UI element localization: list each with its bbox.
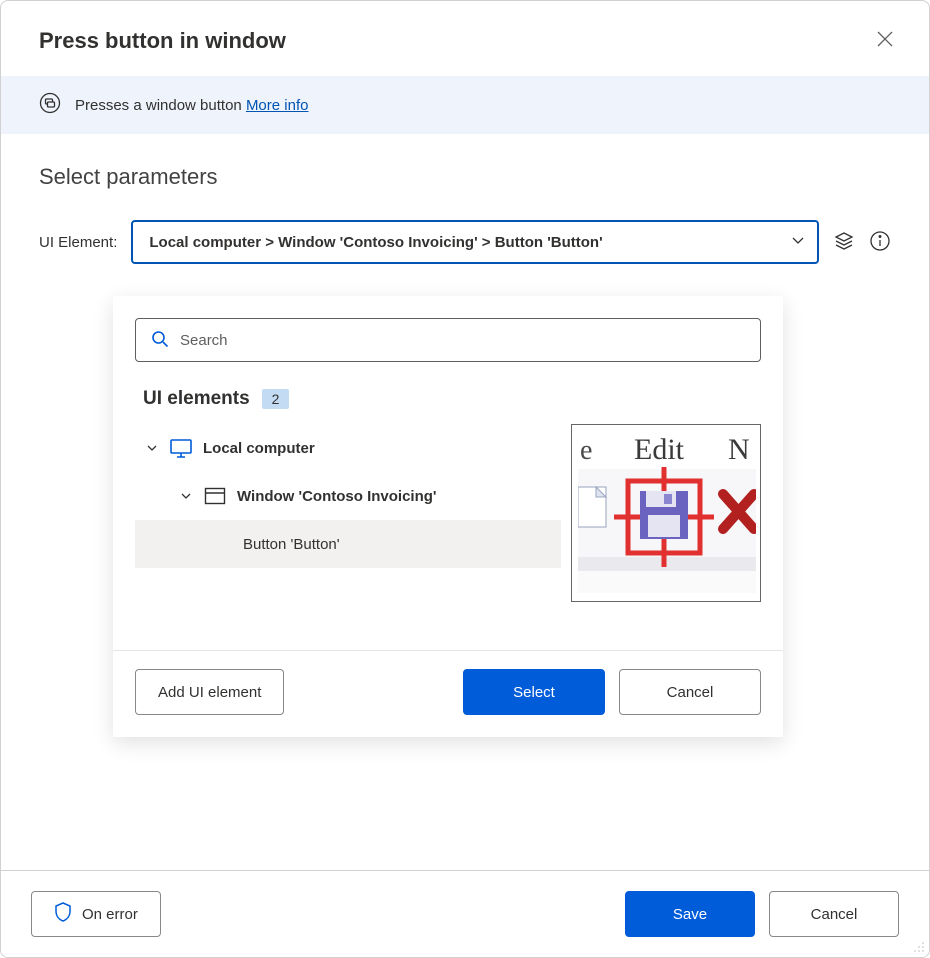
save-button[interactable]: Save (625, 891, 755, 937)
info-icon[interactable] (869, 230, 891, 255)
dialog-header: Press button in window (1, 1, 929, 76)
tree-node-label: Button 'Button' (243, 536, 340, 553)
ui-element-label: UI Element: (39, 234, 117, 251)
elements-title-row: UI elements 2 (143, 388, 757, 410)
layers-icon[interactable] (833, 230, 855, 255)
preview-graphic: e Edit N (578, 431, 754, 595)
preview-menu-text-left: e (580, 435, 592, 466)
action-icon (39, 92, 61, 118)
tree-node-label: Window 'Contoso Invoicing' (237, 488, 436, 505)
preview-menu-text-center: Edit (634, 433, 685, 466)
dialog-title: Press button in window (39, 28, 286, 54)
ui-element-dropdown[interactable]: Local computer > Window 'Contoso Invoici… (131, 220, 819, 264)
ui-elements-heading: UI elements (143, 388, 250, 410)
shield-icon (54, 902, 72, 926)
more-info-link[interactable]: More info (246, 97, 309, 114)
popup-cancel-button[interactable]: Cancel (619, 669, 761, 715)
on-error-label: On error (82, 906, 138, 923)
ui-elements-count-badge: 2 (262, 389, 290, 409)
close-button[interactable] (871, 25, 899, 56)
on-error-button[interactable]: On error (31, 891, 161, 937)
add-ui-element-button[interactable]: Add UI element (135, 669, 284, 715)
cancel-button[interactable]: Cancel (769, 891, 899, 937)
preview-menu-text-right: N (728, 433, 750, 466)
popup-divider (113, 650, 783, 651)
tree-node-window[interactable]: Window 'Contoso Invoicing' (135, 472, 561, 520)
ui-element-selected-text: Local computer > Window 'Contoso Invoici… (149, 234, 602, 251)
popup-footer: Add UI element Select Cancel (135, 669, 761, 715)
param-side-icons (833, 230, 891, 255)
search-input[interactable] (180, 332, 746, 349)
resize-grip-icon[interactable] (911, 939, 925, 953)
tree-and-preview: Local computer Window 'Contoso Invoicing… (135, 424, 761, 614)
tree-node-button-selected[interactable]: Button 'Button' (135, 520, 561, 568)
select-button[interactable]: Select (463, 669, 605, 715)
tree-node-local-computer[interactable]: Local computer (135, 424, 561, 472)
element-preview-thumbnail: e Edit N (571, 424, 761, 602)
dialog-press-button-in-window: Press button in window Presses a window … (0, 0, 930, 958)
search-icon (150, 329, 170, 352)
search-box[interactable] (135, 318, 761, 362)
dialog-footer: On error Save Cancel (1, 870, 929, 957)
info-text: Presses a window button More info (75, 97, 308, 114)
info-description: Presses a window button (75, 97, 246, 114)
chevron-down-icon (791, 233, 805, 251)
desktop-icon (167, 437, 195, 459)
chevron-down-icon (141, 442, 163, 454)
close-icon (877, 35, 893, 50)
info-bar: Presses a window button More info (1, 76, 929, 134)
tree-node-label: Local computer (203, 440, 315, 457)
chevron-down-icon (175, 490, 197, 502)
ui-element-param-row: UI Element: Local computer > Window 'Con… (39, 220, 891, 264)
section-title: Select parameters (39, 164, 891, 190)
window-icon (201, 487, 229, 505)
ui-element-tree: Local computer Window 'Contoso Invoicing… (135, 424, 561, 614)
ui-element-picker-popup: UI elements 2 Local computer (113, 296, 783, 737)
